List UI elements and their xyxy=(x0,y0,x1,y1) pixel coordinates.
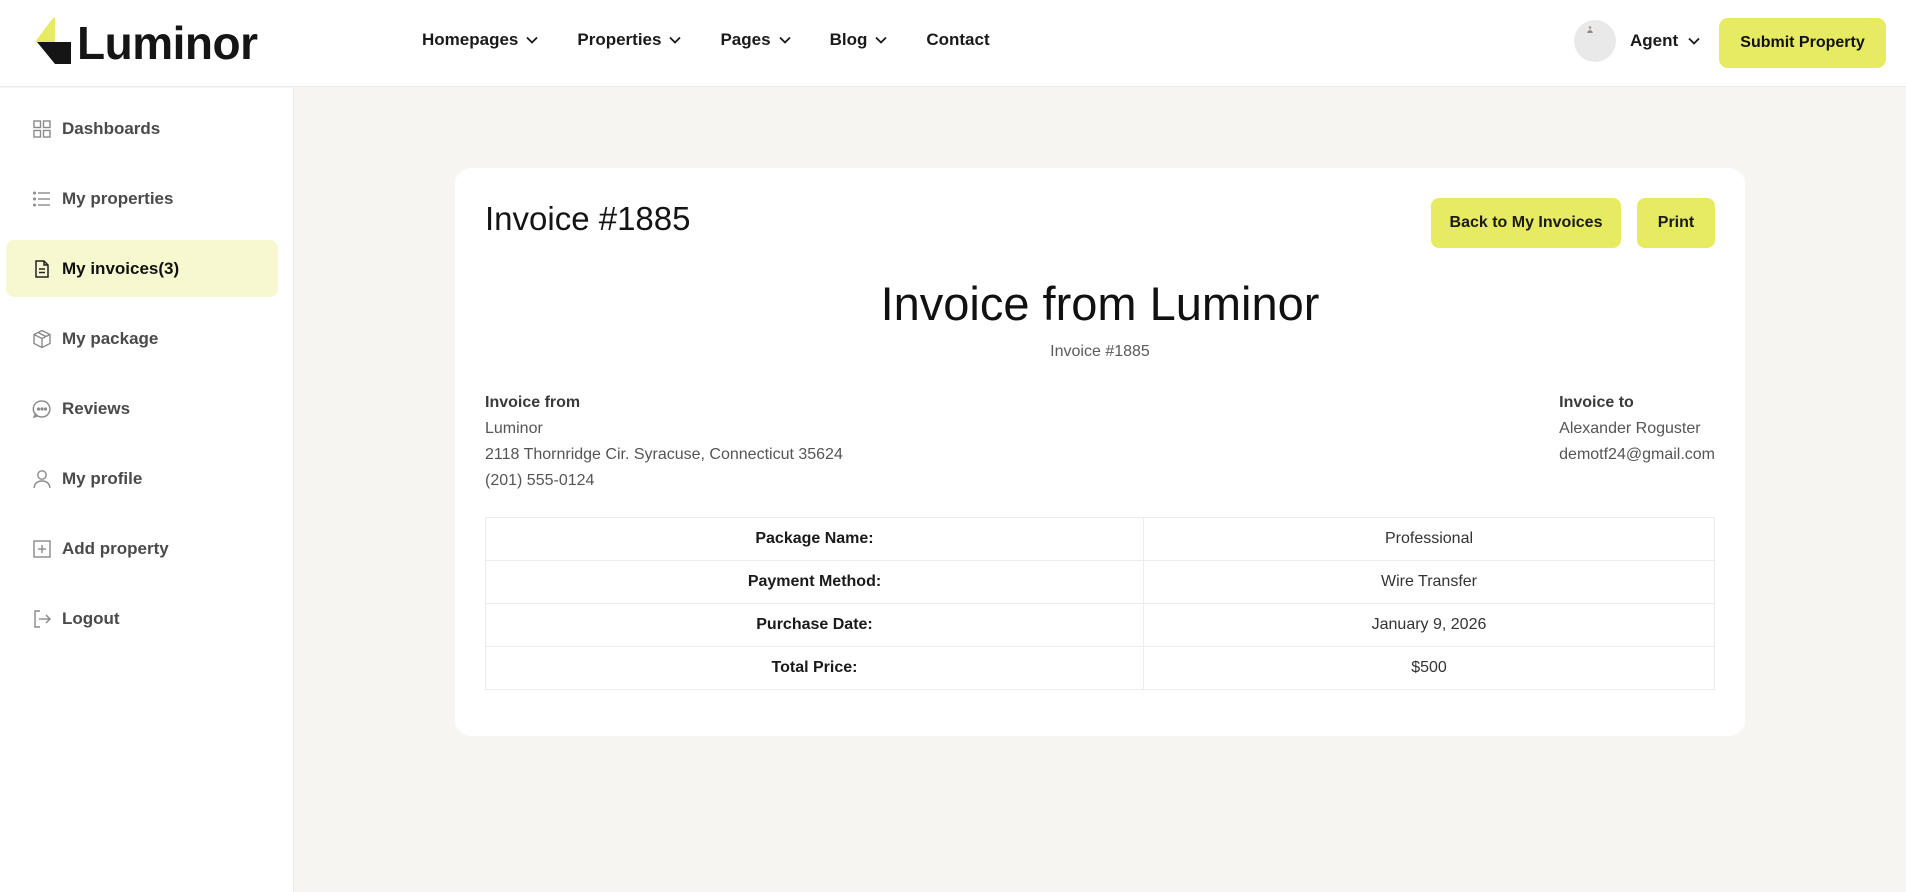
agent-menu[interactable]: Agent xyxy=(1574,20,1700,62)
invoice-from-address: 2118 Thornridge Cir. Syracuse, Connectic… xyxy=(485,446,843,463)
invoice-from-block: Invoice from Luminor 2118 Thornridge Cir… xyxy=(485,390,843,494)
sidebar-item-label: Logout xyxy=(62,608,120,628)
luminor-logo-icon xyxy=(33,16,73,71)
sidebar-item-my-invoices[interactable]: My invoices(3) xyxy=(6,240,278,297)
invoice-card: Invoice #1885 Back to My Invoices Print … xyxy=(455,168,1745,736)
table-row: Payment Method: Wire Transfer xyxy=(485,560,1715,604)
submit-property-button[interactable]: Submit Property xyxy=(1719,18,1886,68)
brand-name: Luminor xyxy=(77,17,258,69)
table-key: Payment Method: xyxy=(485,560,1144,604)
chevron-down-icon xyxy=(875,36,887,44)
agent-label: Agent xyxy=(1630,31,1679,50)
user-icon xyxy=(32,469,52,489)
sidebar-item-add-property[interactable]: Add property xyxy=(6,520,278,577)
main-nav: Homepages Properties Pages Blog Contact xyxy=(422,30,1029,50)
sidebar-item-my-package[interactable]: My package xyxy=(6,310,278,367)
sidebar-item-label: My package xyxy=(62,328,159,348)
nav-homepages[interactable]: Homepages xyxy=(422,30,539,50)
user-avatar xyxy=(1574,20,1616,62)
page-title: Invoice #1885 xyxy=(485,200,691,237)
sidebar-item-label: Reviews xyxy=(62,398,131,418)
package-icon xyxy=(32,329,52,349)
chevron-down-icon xyxy=(1688,37,1700,45)
chevron-down-icon xyxy=(526,36,539,44)
sidebar-item-label: My invoices(3) xyxy=(62,258,180,278)
table-key: Package Name: xyxy=(485,517,1144,561)
sidebar-item-my-profile[interactable]: My profile xyxy=(6,450,278,507)
nav-contact[interactable]: Contact xyxy=(926,30,989,50)
top-header: Luminor Homepages Properties Pages Blog … xyxy=(0,0,1906,87)
sidebar-item-logout[interactable]: Logout xyxy=(6,590,278,647)
document-icon xyxy=(32,259,52,279)
invoice-to-email: demotf24@gmail.com xyxy=(1559,446,1715,463)
sidebar-item-dashboards[interactable]: Dashboards xyxy=(6,100,278,157)
chevron-down-icon xyxy=(669,36,682,44)
sidebar-item-my-properties[interactable]: My properties xyxy=(6,170,278,227)
logout-icon xyxy=(32,609,52,629)
invoice-details-table: Package Name: Professional Payment Metho… xyxy=(485,517,1715,690)
sidebar-item-label: My profile xyxy=(62,468,143,488)
nav-label: Contact xyxy=(926,30,990,49)
dashboard-sidebar: Dashboards My properties My invoices(3) My … xyxy=(0,88,294,892)
table-key: Purchase Date: xyxy=(485,603,1144,647)
invoice-heading: Invoice from Luminor xyxy=(880,277,1320,330)
invoice-subheading: Invoice #1885 xyxy=(1050,343,1150,360)
sidebar-item-reviews[interactable]: Reviews xyxy=(6,380,278,437)
nav-label: Homepages xyxy=(422,30,519,49)
table-value: January 9, 2026 xyxy=(1143,603,1715,647)
table-row: Package Name: Professional xyxy=(485,517,1715,561)
chat-icon xyxy=(32,399,52,419)
table-value: $500 xyxy=(1143,646,1715,690)
invoice-to-name: Alexander Roguster xyxy=(1559,420,1701,437)
brand-logo[interactable]: Luminor xyxy=(33,16,258,71)
nav-properties[interactable]: Properties xyxy=(577,30,682,50)
invoice-to-block: Invoice to Alexander Roguster demotf24@g… xyxy=(1559,390,1715,468)
invoice-to-label: Invoice to xyxy=(1559,394,1634,411)
table-value: Wire Transfer xyxy=(1143,560,1715,604)
back-to-invoices-button[interactable]: Back to My Invoices xyxy=(1431,198,1621,248)
chevron-down-icon xyxy=(778,36,791,44)
sidebar-item-label: Dashboards xyxy=(62,118,161,138)
grid-icon xyxy=(32,119,52,139)
table-key: Total Price: xyxy=(485,646,1144,690)
sidebar-item-label: My properties xyxy=(62,188,174,208)
plus-square-icon xyxy=(32,539,52,559)
table-row: Purchase Date: January 9, 2026 xyxy=(485,603,1715,647)
list-icon xyxy=(32,189,52,209)
nav-label: Properties xyxy=(577,30,662,49)
nav-label: Blog xyxy=(829,30,868,49)
invoice-from-name: Luminor xyxy=(485,420,543,437)
sidebar-item-label: Add property xyxy=(62,538,169,558)
print-button[interactable]: Print xyxy=(1637,198,1715,248)
table-value: Professional xyxy=(1143,517,1715,561)
invoice-from-label: Invoice from xyxy=(485,394,581,411)
nav-blog[interactable]: Blog xyxy=(830,30,888,50)
nav-pages[interactable]: Pages xyxy=(720,30,791,50)
nav-label: Pages xyxy=(720,30,771,49)
invoice-from-phone: (201) 555-0124 xyxy=(485,472,595,489)
table-row: Total Price: $500 xyxy=(485,646,1715,690)
